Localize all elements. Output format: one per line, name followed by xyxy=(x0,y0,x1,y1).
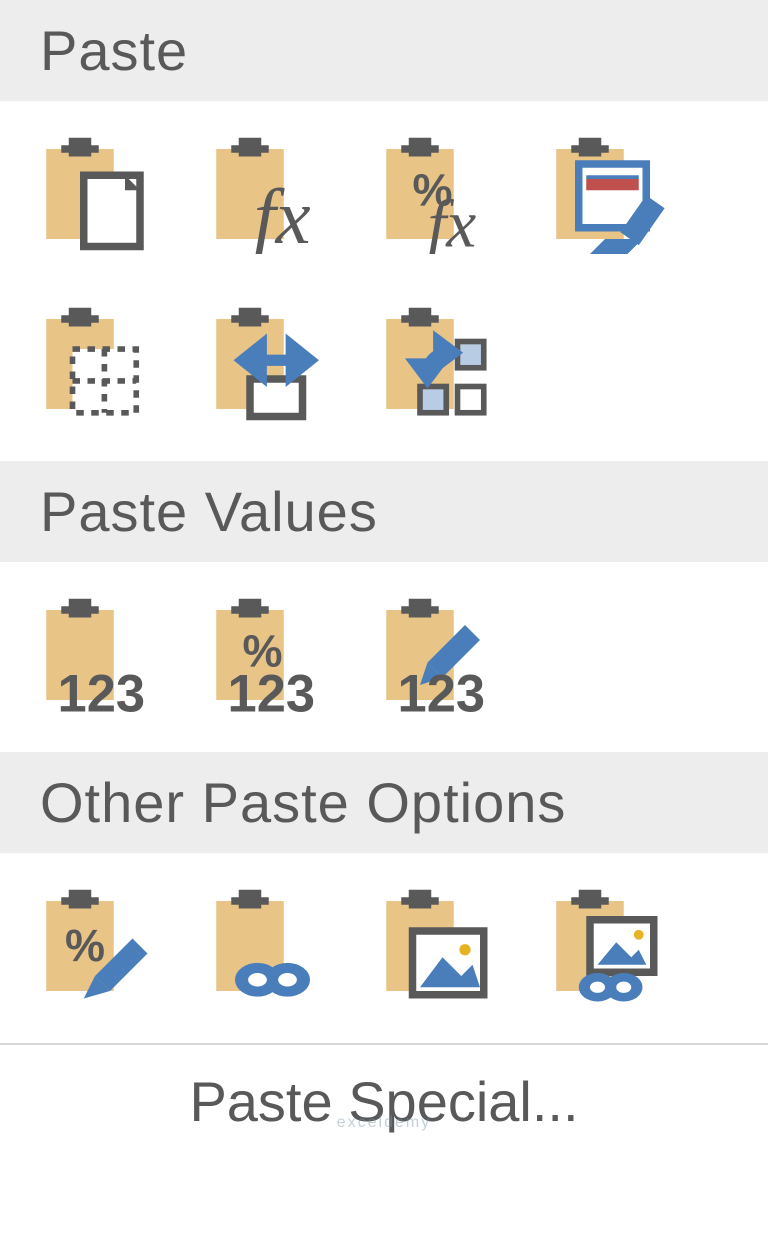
paste-formulas-number-formatting-button[interactable]: % fx xyxy=(370,131,500,261)
clipboard-linked-picture-icon xyxy=(545,886,665,1011)
svg-text:123: 123 xyxy=(228,664,316,715)
paste-transpose-button[interactable] xyxy=(370,301,500,431)
paste-formulas-button[interactable]: fx xyxy=(200,131,330,261)
paste-no-borders-button[interactable] xyxy=(30,301,160,431)
paste-special-menu-item[interactable]: Paste Special... xyxy=(0,1043,768,1158)
clipboard-percent-fx-icon: % fx xyxy=(375,134,495,259)
paste-formatting-button[interactable]: % xyxy=(30,883,160,1013)
paste-options-menu: Paste fx xyxy=(0,0,768,1158)
clipboard-column-width-icon xyxy=(205,304,325,429)
section-header-paste-values: Paste Values xyxy=(0,461,768,562)
paste-picture-button[interactable] xyxy=(370,883,500,1013)
paste-link-button[interactable] xyxy=(200,883,330,1013)
clipboard-no-borders-icon xyxy=(35,304,155,429)
clipboard-values-icon: 123 xyxy=(35,595,155,720)
clipboard-brush-123-icon: 123 xyxy=(375,595,495,720)
svg-text:123: 123 xyxy=(398,664,486,715)
clipboard-picture-icon xyxy=(375,886,495,1011)
paste-values-source-formatting-button[interactable]: 123 xyxy=(370,592,500,722)
paste-button[interactable] xyxy=(30,131,160,261)
svg-text:fx: fx xyxy=(428,186,477,254)
section-header-paste: Paste xyxy=(0,0,768,101)
paste-values-number-formatting-button[interactable]: % 123 xyxy=(200,592,330,722)
clipboard-percent-123-icon: % 123 xyxy=(205,595,325,720)
paste-section-icons: fx % fx xyxy=(0,101,768,461)
svg-text:%: % xyxy=(65,920,105,971)
svg-text:123: 123 xyxy=(58,664,146,715)
clipboard-formulas-icon: fx xyxy=(205,134,325,259)
other-section-icons: % xyxy=(0,853,768,1043)
paste-keep-column-widths-button[interactable] xyxy=(200,301,330,431)
paste-linked-picture-button[interactable] xyxy=(540,883,670,1013)
paste-special-label: Paste Special... xyxy=(189,1070,578,1133)
paste-values-button[interactable]: 123 xyxy=(30,592,160,722)
paste-keep-source-formatting-button[interactable] xyxy=(540,131,670,261)
paste-values-section-icons: 123 % 123 xyxy=(0,562,768,752)
clipboard-paste-icon xyxy=(35,134,155,259)
clipboard-transpose-icon xyxy=(375,304,495,429)
clipboard-brush-formatting-icon xyxy=(545,134,665,259)
clipboard-percent-brush-icon: % xyxy=(35,886,155,1011)
section-header-other: Other Paste Options xyxy=(0,752,768,853)
clipboard-link-icon xyxy=(205,886,325,1011)
svg-text:fx: fx xyxy=(254,173,311,253)
